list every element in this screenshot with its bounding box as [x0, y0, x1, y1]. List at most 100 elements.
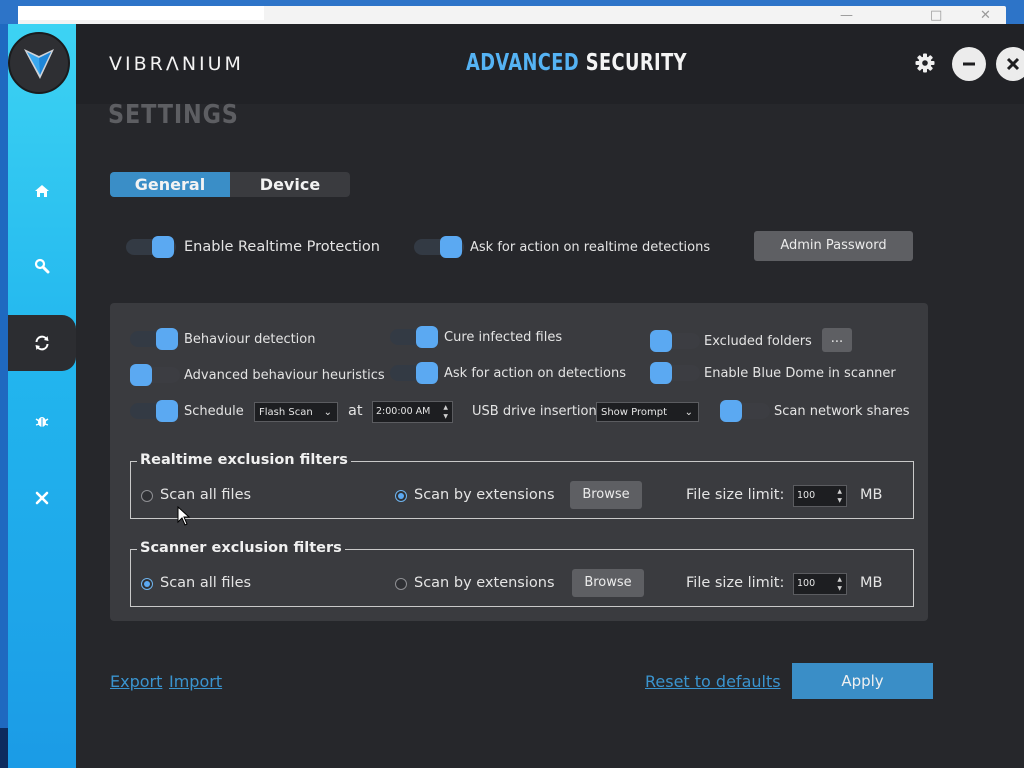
network-shares-label: Scan network shares — [774, 404, 910, 419]
bg-minimize-icon: — — [840, 8, 853, 23]
excluded-folders-toggle[interactable] — [650, 330, 702, 352]
blue-dome-toggle[interactable] — [650, 362, 702, 384]
tab-general[interactable]: General — [110, 172, 230, 197]
sidebar-item-home[interactable] — [8, 163, 76, 219]
gear-icon — [915, 53, 935, 73]
scanner-scan-all-radio[interactable] — [141, 578, 153, 590]
settings-tabs: General Device — [110, 172, 350, 197]
realtime-scan-all-radio[interactable] — [141, 490, 153, 502]
network-shares-toggle[interactable] — [720, 400, 772, 422]
sidebar-item-tools[interactable] — [8, 470, 76, 526]
scanner-scan-ext-label: Scan by extensions — [414, 575, 555, 591]
background-window: — □ ✕ — [18, 6, 1006, 26]
page-title: SETTINGS — [108, 100, 239, 130]
home-icon — [35, 185, 49, 197]
blue-dome-label: Enable Blue Dome in scanner — [704, 366, 896, 381]
minimize-button[interactable] — [952, 47, 986, 81]
scan-type-value: Flash Scan — [259, 407, 313, 418]
spin-arrows-icon[interactable]: ▲ ▼ — [443, 403, 448, 421]
realtime-size-unit: MB — [860, 487, 883, 503]
scan-type-select[interactable]: Flash Scan ⌄ — [254, 402, 338, 422]
tools-icon — [35, 491, 49, 505]
toggle-knob — [650, 362, 672, 384]
minimize-icon — [963, 62, 975, 66]
vibranium-logo[interactable] — [8, 32, 70, 94]
spin-arrows-icon[interactable]: ▲ ▼ — [837, 575, 842, 593]
scanner-size-unit: MB — [860, 575, 883, 591]
scanner-browse-button[interactable]: Browse — [572, 569, 644, 597]
schedule-label: Schedule — [184, 404, 244, 419]
realtime-scan-ext-radio[interactable] — [395, 490, 407, 502]
toggle-knob — [720, 400, 742, 422]
realtime-size-label: File size limit: — [686, 487, 785, 503]
scanner-scan-all-label: Scan all files — [160, 575, 252, 591]
scanner-exclusion-filters: Scanner exclusion filters Scan all files… — [130, 540, 914, 607]
toggle-knob — [152, 236, 174, 258]
realtime-size-input[interactable]: 100 ▲ ▼ — [793, 485, 847, 507]
brand-name: VIBRΛNIUM — [109, 53, 244, 75]
sidebar-item-quarantine[interactable] — [8, 393, 76, 449]
close-icon — [1006, 57, 1020, 71]
ask-realtime-toggle[interactable] — [414, 236, 466, 258]
sync-icon — [35, 335, 49, 351]
mouse-cursor-icon — [177, 506, 191, 526]
bug-icon — [35, 417, 49, 427]
bg-maximize-icon: □ — [930, 8, 943, 23]
app-title-accent: ADVANCED — [466, 50, 580, 76]
ask-detections-toggle[interactable] — [390, 362, 442, 384]
background-window-tab — [18, 6, 264, 20]
realtime-protection-toggle[interactable] — [126, 236, 178, 258]
realtime-scan-all-label: Scan all files — [160, 487, 252, 503]
usb-insertion-select[interactable]: Show Prompt ⌄ — [596, 402, 699, 422]
scanner-size-label: File size limit: — [686, 575, 785, 591]
realtime-filters-legend: Realtime exclusion filters — [137, 452, 351, 468]
chevron-down-icon: ⌄ — [323, 407, 332, 418]
scanner-size-input[interactable]: 100 ▲ ▼ — [793, 573, 847, 595]
excluded-folders-label: Excluded folders — [704, 334, 812, 349]
title-bar: VIBRΛNIUM ADVANCED SECURITY — [76, 24, 1024, 104]
scanner-filters-legend: Scanner exclusion filters — [137, 540, 345, 556]
toggle-knob — [440, 236, 462, 258]
usb-insertion-value: Show Prompt — [601, 407, 668, 418]
cure-infected-toggle[interactable] — [390, 326, 442, 348]
ask-realtime-label: Ask for action on realtime detections — [470, 240, 711, 255]
settings-gear-button[interactable] — [914, 52, 936, 74]
realtime-scan-ext-label: Scan by extensions — [414, 487, 555, 503]
excluded-folders-button[interactable]: ... — [822, 328, 852, 352]
app-title-main: SECURITY — [585, 50, 687, 76]
settings-panel: Behaviour detection Cure infected files … — [110, 303, 928, 621]
schedule-time-input[interactable]: 2:00:00 AM ▲ ▼ — [372, 401, 453, 423]
main-window: VIBRΛNIUM ADVANCED SECURITY SETTINGS Gen… — [76, 24, 1024, 768]
app-title: ADVANCED SECURITY — [466, 50, 687, 76]
toggle-knob — [416, 326, 438, 348]
toggle-knob — [130, 364, 152, 386]
toggle-knob — [650, 330, 672, 352]
close-button[interactable] — [996, 47, 1024, 81]
chevron-down-icon: ⌄ — [684, 407, 693, 418]
sidebar — [8, 24, 76, 768]
bg-close-icon: ✕ — [980, 8, 991, 23]
behaviour-detection-toggle[interactable] — [130, 328, 182, 350]
realtime-protection-label: Enable Realtime Protection — [184, 239, 380, 255]
behaviour-detection-label: Behaviour detection — [184, 332, 316, 347]
advanced-heuristics-toggle[interactable] — [130, 364, 182, 386]
advanced-heuristics-label: Advanced behaviour heuristics — [184, 368, 385, 383]
scanner-scan-ext-radio[interactable] — [395, 578, 407, 590]
spin-arrows-icon[interactable]: ▲ ▼ — [837, 487, 842, 505]
realtime-size-value: 100 — [797, 490, 816, 501]
ask-detections-label: Ask for action on detections — [444, 366, 626, 381]
realtime-browse-button[interactable]: Browse — [570, 481, 642, 509]
admin-password-button[interactable]: Admin Password — [754, 231, 913, 261]
apply-button[interactable]: Apply — [792, 663, 933, 699]
schedule-at-label: at — [348, 403, 363, 419]
sidebar-item-scan[interactable] — [8, 238, 76, 294]
export-link[interactable]: Export — [110, 672, 162, 691]
scanner-size-value: 100 — [797, 578, 816, 589]
import-link[interactable]: Import — [169, 672, 222, 691]
toggle-knob — [156, 400, 178, 422]
schedule-toggle[interactable] — [130, 400, 182, 422]
reset-defaults-link[interactable]: Reset to defaults — [645, 672, 781, 691]
taskbar-edge — [0, 728, 8, 768]
sidebar-item-update[interactable] — [8, 315, 76, 371]
tab-device[interactable]: Device — [230, 172, 350, 197]
